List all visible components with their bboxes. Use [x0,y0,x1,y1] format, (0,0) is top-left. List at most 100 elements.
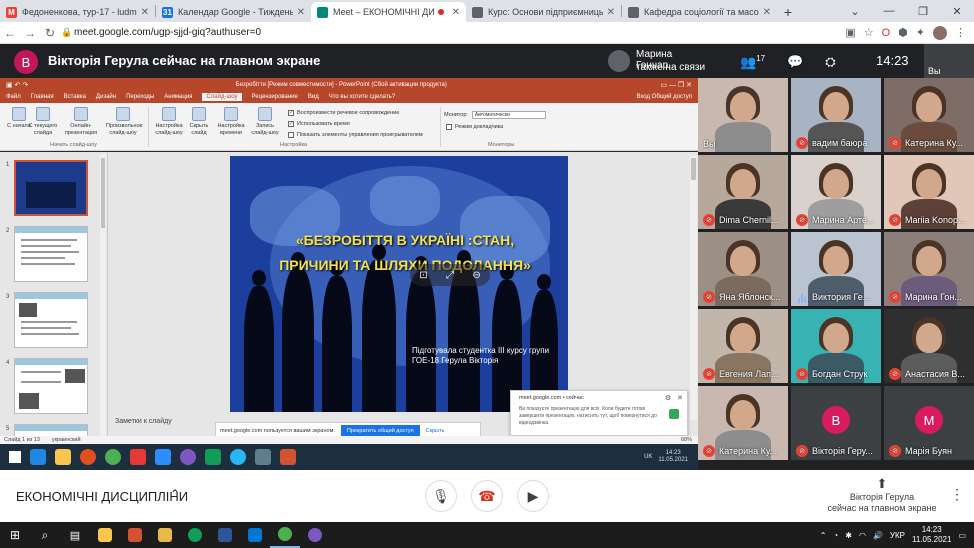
lock-icon[interactable]: 🔒 [60,27,74,38]
mic-off-icon: ⊘ [703,291,715,303]
photos-taskbar-icon[interactable] [240,522,270,548]
participant-name: Катерина Ку... [905,138,963,148]
globe-icon [472,6,483,18]
participant-tile[interactable]: Виктория Ге... [791,232,881,306]
participant-tile[interactable]: ⊘ Mariia Konop... [884,155,974,229]
mic-icon: 🎙 [432,487,450,504]
participant-tile[interactable]: ⊘ Марина Гон... [884,232,974,306]
minimize-button[interactable]: — [872,5,906,17]
participant-tile[interactable]: ⊘ Евгения Лап... [698,309,788,383]
meet-notification: meet.google.com • сейчас Ви показуєте пр… [510,390,688,436]
activities-icon[interactable]: ⛭ [825,54,835,70]
extension-icon[interactable]: ⬢ [898,26,908,39]
participant-tile[interactable]: ⊘ Анастасия В... [884,309,974,383]
browser-tab-active[interactable]: Meet – ЕКОНОМІЧНІ ДИСЦ ✕ [311,2,466,22]
participant-tile[interactable]: ⊘ Dima Chernil... [698,155,788,229]
close-tab-icon[interactable]: ✕ [297,7,305,18]
thumb-number: 1 [6,162,10,168]
chat-icon[interactable]: 💬 [787,54,803,70]
tray-expand-icon[interactable]: ⌃ [820,531,827,540]
app-icon [255,449,271,465]
person-silhouette [448,250,480,412]
end-call-button[interactable]: ☎ [471,480,503,512]
close-tab-icon[interactable]: ✕ [763,7,771,18]
pinned-participant[interactable]: Марина Гончар... также на связи [604,46,714,76]
word-taskbar-icon[interactable] [210,522,240,548]
participant-tile[interactable]: ⊘ Марина Арте... [791,155,881,229]
edge-taskbar-icon[interactable] [180,522,210,548]
network-icon[interactable]: ◔ [833,531,838,540]
meet-icon [317,6,328,18]
tab-search-icon[interactable]: ⌄ [838,5,872,18]
url-field[interactable]: meet.google.com/ugp-sjjd-giq?authuser=0 [74,27,845,38]
browser-tab[interactable]: 31 Календар Google - Тиждень (10 ✕ [156,2,311,22]
participant-tile[interactable]: Вы [698,78,788,152]
windows-start-icon [9,451,21,463]
opera-extension-icon[interactable]: O [882,27,891,39]
chevron-up-icon[interactable]: ⌃ [170,487,180,501]
bluetooth-icon[interactable]: ✱ [845,531,852,540]
participant-tile[interactable]: В ⊘ Вікторія Геру... [791,386,881,460]
profile-avatar[interactable] [933,25,947,40]
slideshow-icon [36,107,50,121]
new-tab-button[interactable]: + [777,2,799,22]
notification-body: Ви показуєте презентацію для всіх. Коли … [519,406,657,426]
file-explorer-icon[interactable] [90,522,120,548]
mic-off-icon: ⊘ [796,368,808,380]
chrome-taskbar-icon[interactable] [270,522,300,548]
task-view-icon[interactable]: ▤ [60,522,90,548]
self-view-thumbnail[interactable]: Вы [924,44,974,78]
thumb-number: 2 [6,228,10,234]
meeting-title[interactable]: ЕКОНОМІЧНІ ДИСЦИПЛІНИ [16,489,188,504]
participant-tile[interactable]: ⊘ Катерина Ку... [698,386,788,460]
person-silhouette [322,260,352,412]
back-button[interactable]: ← [0,26,20,40]
bookmark-star-icon[interactable]: ☆ [864,26,874,39]
more-options-icon[interactable]: ⋮ [950,486,964,503]
mic-button[interactable]: 🎙 [425,480,457,512]
slide-counter: Слайд 1 из 13 [4,437,40,443]
reload-button[interactable]: ↻ [40,26,60,40]
windows-start-button[interactable]: ⊞ [0,522,30,548]
volume-icon[interactable]: 🔊 [873,531,883,540]
present-now-button[interactable]: ⬆ Вікторія Герула сейчас на главном экра… [822,476,942,514]
menu-dots-icon[interactable]: ⋮ [955,26,966,39]
tab-title: Кафедра соціології та масових [644,7,759,17]
browser-tab[interactable]: Курс: Основи підприємницької ✕ [466,2,621,22]
participant-video [823,246,849,276]
participant-tile[interactable]: ⊘ Катерина Ку... [884,78,974,152]
forward-button[interactable]: → [20,26,40,40]
ppt-check-presenter-view: Режим докладчика [446,124,503,130]
camera-button[interactable]: ▶ [517,480,549,512]
ppt-quick-access-icon: ▣ ↶ ↷ [6,81,29,89]
close-window-button[interactable]: ✕ [940,5,974,18]
system-clock[interactable]: 14:23 11.05.2021 [912,525,951,545]
participant-tile[interactable]: ⊘ Богдан Струк [791,309,881,383]
share-notice-text: meet.google.com пользуется вашим экраном… [220,428,335,434]
participant-tile[interactable]: ⊘ вадим баюра [791,78,881,152]
participant-tile[interactable]: ⊘ Яна Яблонск... [698,232,788,306]
presenter-controls: ⊡ ⤢ ⊖ [410,264,490,286]
tab-title: Курс: Основи підприємницької [488,7,603,17]
powerpoint-taskbar-icon[interactable] [120,522,150,548]
wifi-icon[interactable]: ◠ [859,531,866,540]
notifications-icon[interactable]: ▭ [958,531,966,540]
speaking-indicator-icon [796,291,808,303]
camera-indicator-icon[interactable]: ▣ [845,26,855,39]
ppt-titlebar: ▣ ↶ ↷ Безробіття [Режим совместимости] -… [0,78,698,91]
close-tab-icon[interactable]: ✕ [141,7,149,18]
participant-name: Евгения Лап... [719,369,779,379]
close-tab-icon[interactable]: ✕ [607,7,615,18]
search-icon[interactable]: ⌕ [30,522,60,548]
viber-taskbar-icon[interactable] [300,522,330,548]
close-tab-icon[interactable]: ✕ [452,7,460,18]
language-indicator[interactable]: УКР [890,531,905,540]
people-icon[interactable]: 👥17 [740,54,765,70]
browser-tab[interactable]: Кафедра соціології та масових ✕ [622,2,777,22]
puzzle-icon[interactable]: ✦ [916,26,925,39]
browser-tab[interactable]: M Федоненкова, тур-17 - ludmilat ✕ [0,2,155,22]
folder-taskbar-icon[interactable] [150,522,180,548]
participant-tile[interactable]: М ⊘ Марія Буян [884,386,974,460]
maximize-button[interactable]: ❐ [906,5,940,18]
ppt-tab: Рецензирование [251,94,298,100]
